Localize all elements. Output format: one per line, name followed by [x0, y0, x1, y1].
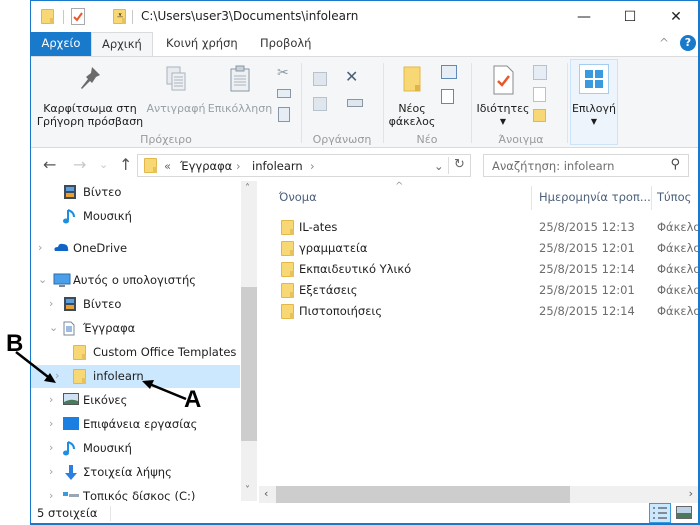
annotation-overlay — [15, 351, 187, 401]
annotation-arrow-a — [142, 380, 187, 401]
annotation-label-a: A — [184, 386, 202, 413]
annotation-arrow-b — [15, 351, 56, 383]
